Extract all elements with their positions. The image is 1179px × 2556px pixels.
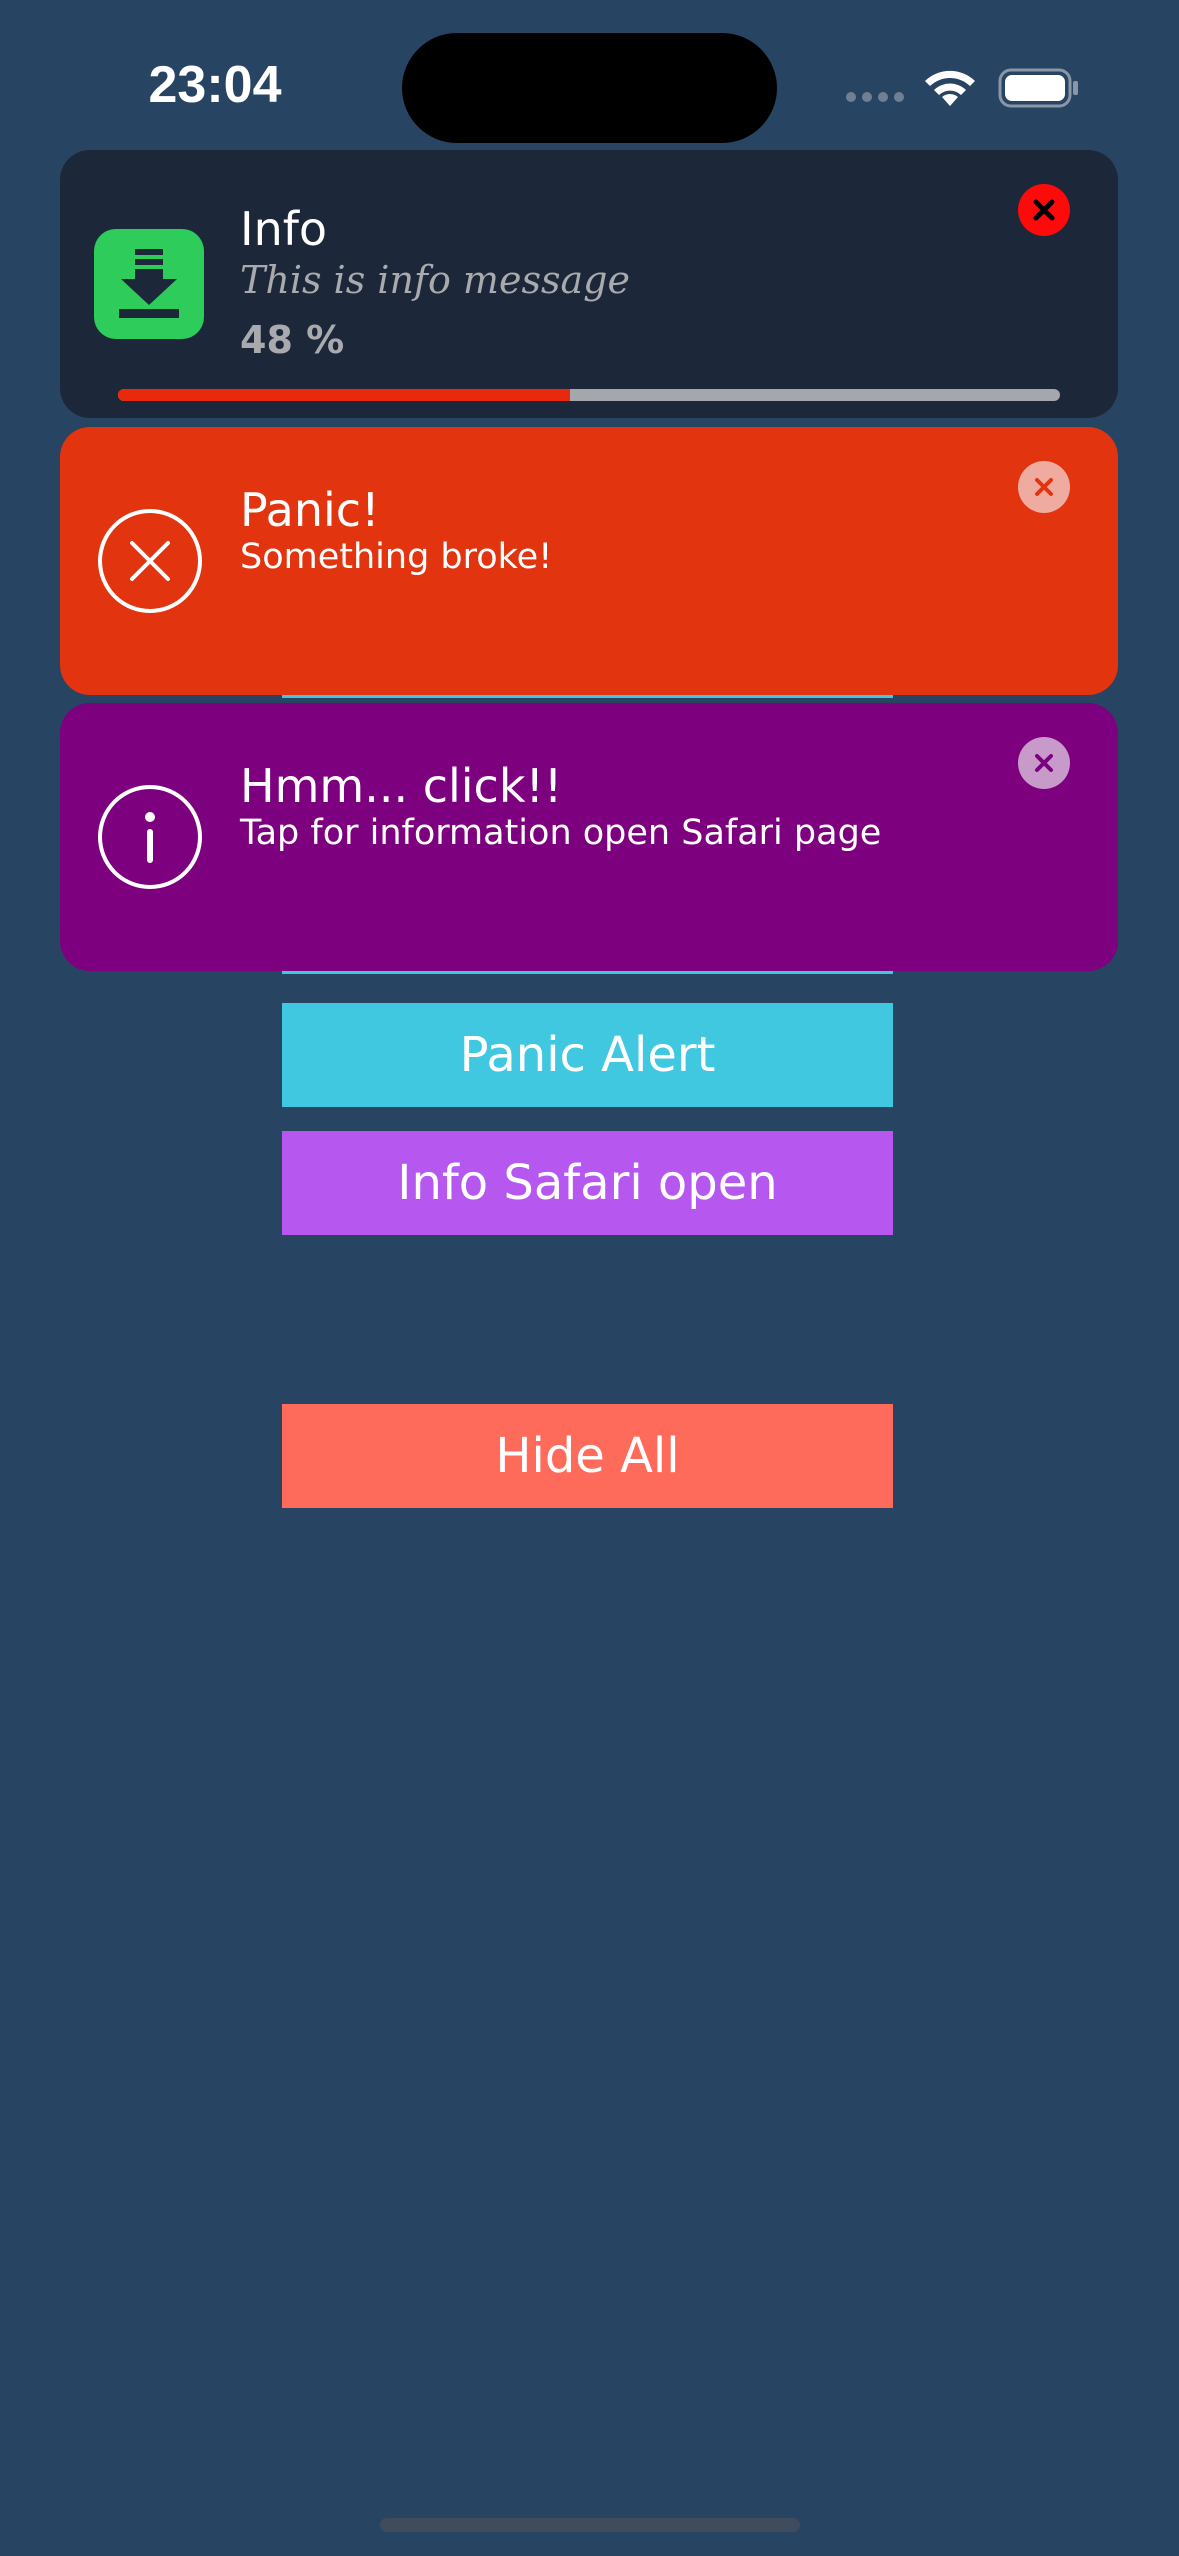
signal-icon: [846, 92, 906, 104]
info-circle-icon: [96, 783, 204, 895]
wifi-icon: [920, 66, 980, 110]
hmm-message: Tap for information open Safari page: [240, 813, 882, 853]
home-indicator: [380, 2518, 800, 2532]
info-message: This is info message: [240, 258, 630, 302]
hide-all-button[interactable]: Hide All: [282, 1404, 893, 1508]
close-icon: [1035, 478, 1053, 496]
hmm-title: Hmm... click!!: [240, 759, 563, 813]
progress-bar: [118, 389, 1060, 401]
close-icon: [1035, 754, 1053, 772]
panic-title: Panic!: [240, 483, 380, 537]
progress-bar-fill: [118, 389, 571, 401]
error-x-circle-icon: [96, 507, 204, 619]
info-notification[interactable]: Info This is info message 48 %: [60, 150, 1118, 418]
hmm-notification[interactable]: Hmm... click!! Tap for information open …: [60, 703, 1118, 971]
close-hmm-button[interactable]: [1018, 737, 1070, 789]
info-title: Info: [240, 202, 328, 256]
close-panic-button[interactable]: [1018, 461, 1070, 513]
close-info-button[interactable]: [1018, 184, 1070, 236]
panic-notification[interactable]: Panic! Something broke!: [60, 427, 1118, 695]
dynamic-island: [402, 33, 777, 143]
panic-alert-button[interactable]: Panic Alert: [282, 1003, 893, 1107]
close-icon: [1033, 199, 1055, 221]
battery-icon: [998, 68, 1080, 108]
download-icon: [94, 229, 204, 339]
info-safari-open-button[interactable]: Info Safari open: [282, 1131, 893, 1235]
progress-percent: 48 %: [240, 318, 345, 362]
status-time: 23:04: [148, 56, 282, 114]
panic-message: Something broke!: [240, 537, 553, 577]
